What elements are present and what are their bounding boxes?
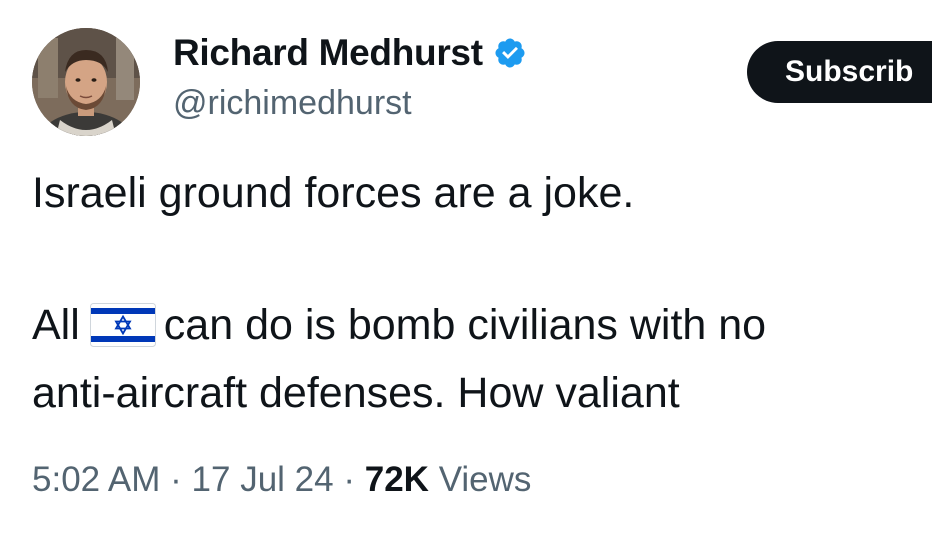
tweet-meta: 5:02 AM · 17 Jul 24 · 72K Views: [32, 460, 531, 500]
tweet-card: Richard Medhurst @richimedhurst Subscrib…: [0, 0, 932, 542]
tweet-text-line-1: Israeli ground forces are a joke.: [32, 169, 635, 217]
tweet-time[interactable]: 5:02 AM: [32, 460, 160, 499]
tweet-date[interactable]: 17 Jul 24: [192, 460, 334, 499]
avatar-image: [32, 28, 140, 136]
subscribe-button[interactable]: Subscrib: [747, 41, 932, 103]
meta-separator: ·: [343, 460, 355, 499]
israel-flag-emoji: [89, 303, 156, 347]
tweet-text-line-2: All can do is bomb civilians with no: [32, 296, 766, 354]
views-label: Views: [438, 460, 532, 499]
verified-badge-icon[interactable]: [493, 36, 527, 70]
tweet-text-line-2-start: All: [32, 301, 80, 349]
author-handle[interactable]: @richimedhurst: [173, 84, 412, 123]
tweet-text-line-3: anti-aircraft defenses. How valiant: [32, 369, 680, 417]
author-avatar[interactable]: [32, 28, 140, 136]
views-count[interactable]: 72K: [365, 460, 429, 499]
author-display-name[interactable]: Richard Medhurst: [173, 32, 483, 74]
tweet-text-line-2-end: can do is bomb civilians with no: [163, 301, 767, 349]
author-name-row: Richard Medhurst: [173, 32, 527, 74]
meta-separator: ·: [170, 460, 182, 499]
